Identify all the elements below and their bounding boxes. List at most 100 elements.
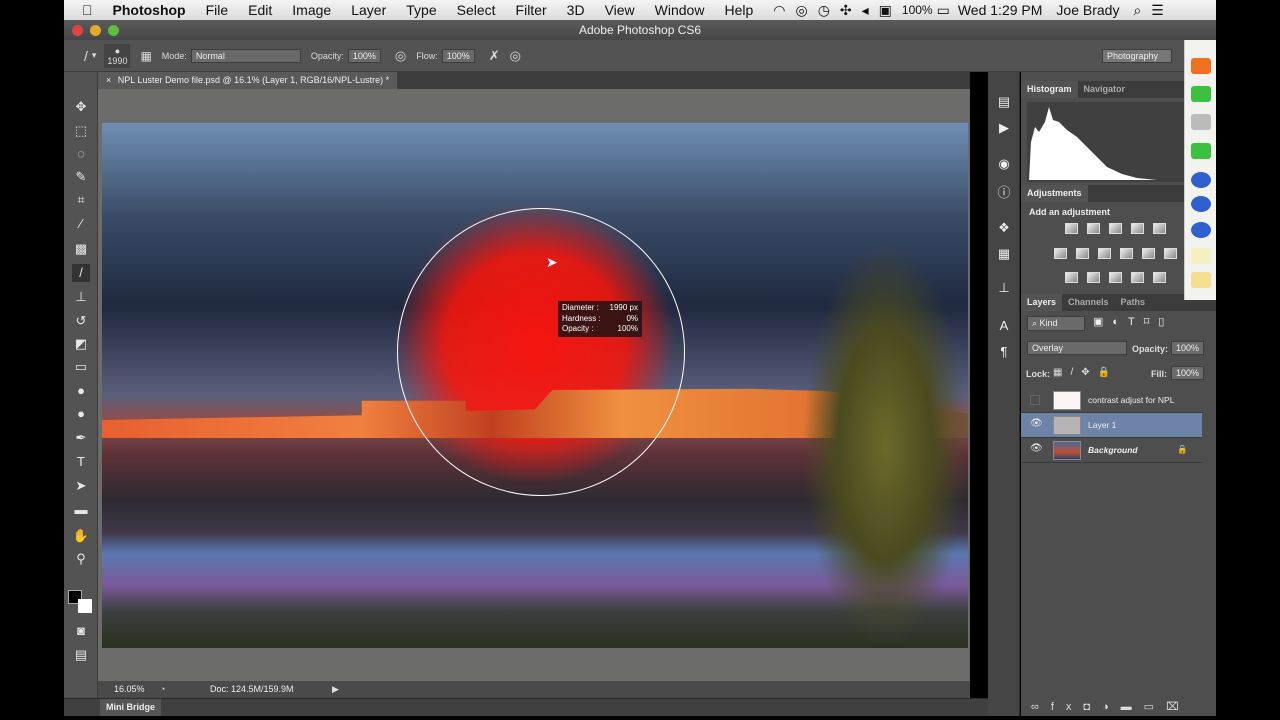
pointer-icon[interactable] — [1191, 196, 1211, 212]
color-balance-icon[interactable] — [1076, 248, 1089, 259]
apple-icon[interactable]:  — [82, 2, 93, 18]
pause-icon[interactable] — [1191, 172, 1211, 188]
status-arrow-icon[interactable]: ▶ — [332, 681, 339, 698]
healing-brush-tool-icon[interactable]: ▩ — [72, 240, 90, 258]
brush-tool-preset-icon[interactable]: / — [84, 48, 88, 64]
status-menu-icon[interactable]: ◔ — [160, 681, 165, 698]
selective-color-icon[interactable] — [1131, 272, 1144, 283]
menu-view[interactable]: View — [605, 2, 635, 18]
color-lookup-icon[interactable] — [1164, 248, 1177, 259]
lasso-tool-icon[interactable]: ◌ — [72, 145, 90, 163]
levels-icon[interactable] — [1087, 223, 1100, 234]
chevron-down-icon[interactable]: ▾ — [92, 50, 97, 61]
help-icon[interactable] — [1191, 248, 1211, 264]
swatches-icon[interactable]: ▦ — [996, 246, 1012, 262]
gradient-tool-icon[interactable]: ▭ — [72, 358, 90, 376]
zoom-tool-icon[interactable]: ⚲ — [72, 550, 90, 568]
background-color-swatch[interactable] — [78, 599, 92, 613]
info-icon[interactable]: ⓘ — [996, 182, 1012, 200]
close-tab-icon[interactable]: × — [106, 75, 114, 85]
photo-filter-icon[interactable] — [1120, 248, 1133, 259]
menu-select[interactable]: Select — [457, 2, 496, 18]
invert-icon[interactable] — [1065, 272, 1078, 283]
time-machine-icon[interactable]: ◷ — [818, 2, 830, 19]
layer-opacity-field[interactable]: 100% — [1171, 341, 1205, 355]
clock[interactable]: Wed 1:29 PM — [958, 2, 1043, 18]
spotlight-icon[interactable]: ⌕ — [1133, 2, 1141, 19]
mini-bridge-tab[interactable]: Mini Bridge — [100, 699, 161, 716]
calendar-icon[interactable]: ▣ — [879, 2, 892, 19]
layers-footer-icons[interactable]: ∞fx◘◑▬▭⌧ — [1031, 700, 1191, 713]
microphone-icon[interactable] — [1191, 86, 1211, 102]
eye-icon[interactable]: 👁 — [1030, 443, 1043, 454]
clone-stamp-tool-icon[interactable]: ⊥ — [72, 288, 90, 306]
volume-icon[interactable]: ◂ — [862, 2, 869, 19]
brush-presets-icon[interactable]: ❖ — [996, 220, 1012, 236]
tab-channels[interactable]: Channels — [1062, 294, 1115, 311]
blend-mode-select[interactable]: Overlay — [1027, 341, 1127, 355]
brush-panel-toggle-icon[interactable]: ▦ — [140, 49, 151, 63]
tab-navigator[interactable]: Navigator — [1078, 81, 1132, 98]
menu-edit[interactable]: Edit — [248, 2, 272, 18]
lock-icons[interactable]: ▦/✥🔒 — [1053, 367, 1118, 378]
layer-filter-icons[interactable]: ▣◐T⌑▯ — [1093, 315, 1173, 328]
flow-field[interactable]: 100% — [441, 48, 475, 63]
pressure-size-icon[interactable]: ◎ — [510, 48, 521, 64]
opacity-field[interactable]: 100% — [347, 48, 381, 63]
properties-icon[interactable]: ◉ — [996, 156, 1012, 172]
hand-icon[interactable] — [1191, 272, 1211, 288]
clone-source-icon[interactable]: ⊥ — [996, 280, 1012, 296]
menu-3d[interactable]: 3D — [567, 2, 585, 18]
mode-select[interactable]: Normal — [190, 48, 301, 63]
history-brush-tool-icon[interactable]: ↺ — [72, 312, 90, 330]
threshold-icon[interactable] — [1109, 272, 1122, 283]
fill-field[interactable]: 100% — [1171, 366, 1205, 380]
menu-help[interactable]: Help — [724, 2, 753, 18]
eraser-tool-icon[interactable]: ◩ — [72, 335, 90, 353]
marquee-tool-icon[interactable]: ⬚ — [72, 122, 90, 140]
eye-icon[interactable]: 👁 — [1030, 418, 1043, 429]
creative-cloud-icon[interactable]: ◎ — [795, 2, 807, 19]
character-icon[interactable]: A — [996, 318, 1012, 334]
tab-histogram[interactable]: Histogram — [1021, 81, 1078, 98]
pen-tool-icon[interactable]: ✒ — [72, 429, 90, 447]
close-window-button[interactable] — [72, 25, 83, 36]
zoom-window-button[interactable] — [108, 25, 119, 36]
posterize-icon[interactable] — [1087, 272, 1100, 283]
eyedropper-tool-icon[interactable]: ⁄ — [72, 215, 90, 233]
black-white-icon[interactable] — [1098, 248, 1111, 259]
screen-mode-icon[interactable]: ▤ — [72, 646, 90, 664]
rectangle-tool-icon[interactable]: ▬ — [72, 501, 90, 519]
hand-tool-icon[interactable]: ✋ — [72, 527, 90, 545]
dodge-tool-icon[interactable]: ● — [72, 405, 90, 423]
wifi-icon[interactable]: ◠ — [773, 2, 785, 19]
brightness-contrast-icon[interactable] — [1065, 223, 1078, 234]
menu-filter[interactable]: Filter — [516, 2, 547, 18]
paragraph-icon[interactable]: ¶ — [996, 344, 1012, 360]
airbrush-icon[interactable]: ✗ — [489, 48, 500, 64]
presentation-icon[interactable] — [1191, 222, 1211, 238]
quick-selection-tool-icon[interactable]: ✎ — [72, 168, 90, 186]
actions-play-icon[interactable]: ▶ — [996, 120, 1012, 136]
bluetooth-icon[interactable]: ✣ — [840, 2, 852, 19]
hue-saturation-icon[interactable] — [1054, 248, 1067, 259]
gradient-map-icon[interactable] — [1153, 272, 1166, 283]
camera-icon[interactable] — [1191, 114, 1211, 130]
layer-filter-kind-select[interactable]: ⌕ Kind — [1027, 316, 1085, 331]
battery-icon[interactable]: ▭ — [937, 2, 950, 19]
menu-file[interactable]: File — [206, 2, 229, 18]
quick-mask-icon[interactable]: ◙ — [72, 622, 90, 640]
vibrance-icon[interactable] — [1153, 223, 1166, 234]
path-selection-tool-icon[interactable]: ➤ — [72, 477, 90, 495]
tab-layers[interactable]: Layers — [1021, 294, 1063, 311]
collapse-arrow-icon[interactable] — [1191, 58, 1211, 74]
visibility-toggle[interactable] — [1030, 395, 1040, 405]
channel-mixer-icon[interactable] — [1142, 248, 1155, 259]
layer-row[interactable]: 👁 Background 🔒 — [1021, 438, 1202, 463]
tab-adjustments[interactable]: Adjustments — [1021, 185, 1088, 202]
tab-paths[interactable]: Paths — [1115, 294, 1152, 311]
pressure-opacity-icon[interactable]: ◎ — [395, 48, 406, 64]
battery-text[interactable]: 100% — [902, 3, 933, 17]
menu-layer[interactable]: Layer — [351, 2, 386, 18]
workspace-switcher[interactable]: Photography — [1102, 48, 1172, 63]
